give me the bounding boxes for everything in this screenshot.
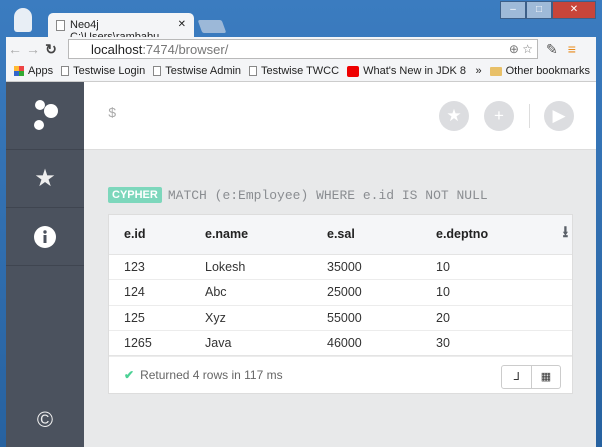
cell: 10	[436, 279, 559, 306]
profile-icon[interactable]	[14, 8, 32, 32]
query-header: CYPHER MATCH (e:Employee) WHERE e.id IS …	[108, 187, 488, 203]
sidebar: ★ ©	[6, 82, 84, 447]
back-icon[interactable]: ←	[6, 41, 24, 57]
cypher-badge: CYPHER	[108, 187, 162, 203]
favorite-star-button[interactable]: ★	[439, 101, 469, 131]
result-footer: ✔ Returned 4 rows in 117 ms ᒧ ▦	[109, 355, 572, 393]
bookmark-testwise-login[interactable]: Testwise Login	[61, 65, 145, 77]
apps-icon	[14, 66, 24, 76]
column-header: e.name	[205, 215, 327, 255]
query-text[interactable]: MATCH (e:Employee) WHERE e.id IS NOT NUL…	[168, 188, 488, 203]
zoom-icon[interactable]: ⊕	[509, 42, 519, 56]
editor-prompt: $	[108, 106, 117, 122]
column-header: e.id	[109, 215, 205, 255]
cell: 1265	[109, 330, 205, 357]
info-icon[interactable]	[6, 208, 84, 266]
new-tab-button[interactable]	[197, 20, 227, 33]
cell: Java	[205, 330, 327, 357]
add-button[interactable]: +	[484, 101, 514, 131]
bookmarks-overflow[interactable]: »	[476, 65, 482, 77]
url-host: localhost	[91, 41, 143, 57]
bookmark-label: What's New in JDK 8	[363, 65, 467, 77]
bookmark-apps[interactable]: Apps	[14, 65, 53, 77]
table-view-button[interactable]: ▦	[531, 366, 560, 388]
cell: 123	[109, 254, 205, 280]
page-icon	[56, 20, 65, 31]
other-bookmarks[interactable]: Other bookmarks	[489, 65, 590, 77]
table-header-row: e.id e.name e.sal e.deptno ⭳	[109, 215, 572, 255]
bookmark-label: Testwise Admin	[165, 65, 242, 77]
cell: 20	[436, 305, 559, 331]
maximize-button[interactable]: □	[526, 1, 552, 19]
table-row: 124 Abc 25000 10	[109, 279, 572, 306]
oracle-icon	[347, 65, 360, 77]
url-path: :7474/browser/	[142, 41, 229, 57]
cell: 46000	[327, 330, 436, 357]
folder-icon	[489, 66, 502, 76]
bookmark-star-icon[interactable]: ☆	[522, 42, 533, 56]
eyedropper-extension-icon[interactable]: ✎	[546, 41, 558, 58]
cell: 25000	[327, 279, 436, 306]
cell: 35000	[327, 254, 436, 280]
view-toggle: ᒧ ▦	[501, 365, 561, 389]
close-window-button[interactable]: ✕	[552, 1, 596, 19]
column-header: e.deptno	[436, 215, 559, 255]
cell: Lokesh	[205, 254, 327, 280]
neo4j-logo[interactable]	[6, 82, 84, 150]
favorites-star-icon[interactable]: ★	[6, 150, 84, 208]
forward-icon[interactable]: →	[24, 41, 42, 57]
run-play-button[interactable]: ▶	[544, 101, 574, 131]
result-frame: e.id e.name e.sal e.deptno ⭳ 123 Lokesh 35…	[108, 214, 573, 394]
bookmark-jdk8[interactable]: What's New in JDK 8	[347, 65, 466, 77]
cell: 125	[109, 305, 205, 331]
query-editor[interactable]: $ ★ + ▶	[84, 82, 596, 150]
bookmarks-bar: Apps Testwise Login Testwise Admin Testw…	[6, 61, 596, 82]
cell: 55000	[327, 305, 436, 331]
table-row: 125 Xyz 55000 20	[109, 305, 572, 331]
cell: 10	[436, 254, 559, 280]
status-text: Returned 4 rows in 117 ms	[140, 367, 283, 382]
overflow-label: »	[475, 65, 482, 77]
main-area: $ ★ + ▶ CYPHER MATCH (e:Employee) WHERE …	[84, 82, 596, 447]
check-icon: ✔	[124, 367, 135, 382]
graph-view-button[interactable]: ᒧ	[502, 366, 531, 388]
bookmark-label: Testwise TWCC	[261, 65, 340, 77]
cell: Abc	[205, 279, 327, 306]
results-table: e.id e.name e.sal e.deptno ⭳ 123 Lokesh 35…	[109, 215, 572, 357]
table-row: 1265 Java 46000 30	[109, 330, 572, 357]
browser-toolbar: ← → ↻ localhost:7474/browser/ ⊕ ☆ ✎ ≡	[6, 37, 596, 61]
divider	[529, 104, 530, 128]
cell: 124	[109, 279, 205, 306]
page-icon	[249, 66, 258, 76]
browser-tab[interactable]: Neo4j C:\Users\rambabu. ✕	[48, 13, 194, 43]
copyright-icon[interactable]: ©	[6, 407, 84, 433]
cell: 30	[436, 330, 559, 357]
bookmark-label: Testwise Login	[73, 65, 146, 77]
address-bar[interactable]: localhost:7474/browser/ ⊕ ☆	[68, 39, 538, 59]
minimize-button[interactable]: –	[500, 1, 526, 19]
close-tab-icon[interactable]: ✕	[178, 19, 186, 30]
column-header: e.sal	[327, 215, 436, 255]
cell: Xyz	[205, 305, 327, 331]
reload-icon[interactable]: ↻	[42, 41, 60, 58]
bookmark-testwise-admin[interactable]: Testwise Admin	[153, 65, 241, 77]
page-icon	[153, 66, 162, 76]
bookmark-label: Other bookmarks	[505, 65, 590, 77]
menu-icon[interactable]: ≡	[568, 41, 576, 58]
table-row: 123 Lokesh 35000 10	[109, 254, 572, 280]
download-icon[interactable]: ⭳	[558, 215, 572, 255]
bookmark-label: Apps	[28, 65, 54, 77]
bookmark-testwise-twcc[interactable]: Testwise TWCC	[249, 65, 339, 77]
page-icon	[61, 66, 70, 76]
